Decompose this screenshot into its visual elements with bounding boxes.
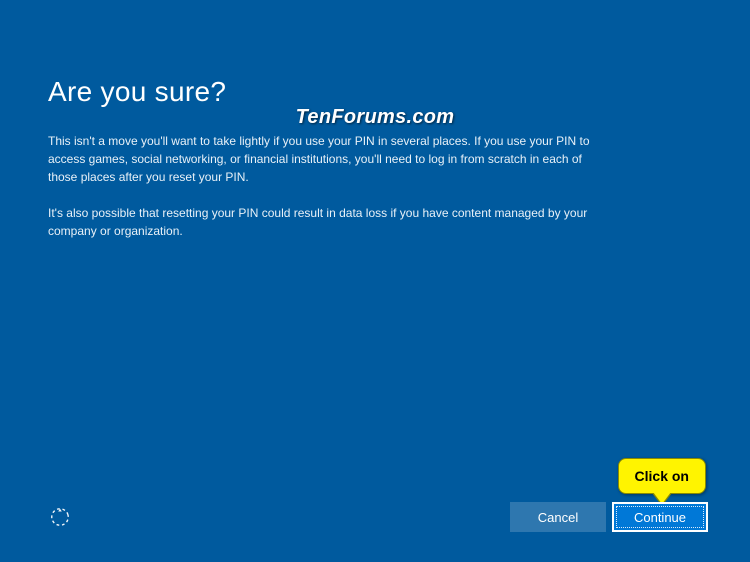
callout-label: Click on <box>635 468 689 484</box>
footer-bar: Cancel Continue <box>0 502 750 532</box>
accessibility-icon[interactable] <box>48 505 72 529</box>
continue-button[interactable]: Continue <box>612 502 708 532</box>
annotation-callout: Click on <box>618 458 706 494</box>
watermark-text: TenForums.com <box>296 106 455 129</box>
button-row: Cancel Continue <box>510 502 708 532</box>
dialog-paragraph-1: This isn't a move you'll want to take li… <box>48 132 608 186</box>
dialog-paragraph-2: It's also possible that resetting your P… <box>48 204 608 240</box>
cancel-button[interactable]: Cancel <box>510 502 606 532</box>
dialog-title: Are you sure? <box>48 76 702 108</box>
